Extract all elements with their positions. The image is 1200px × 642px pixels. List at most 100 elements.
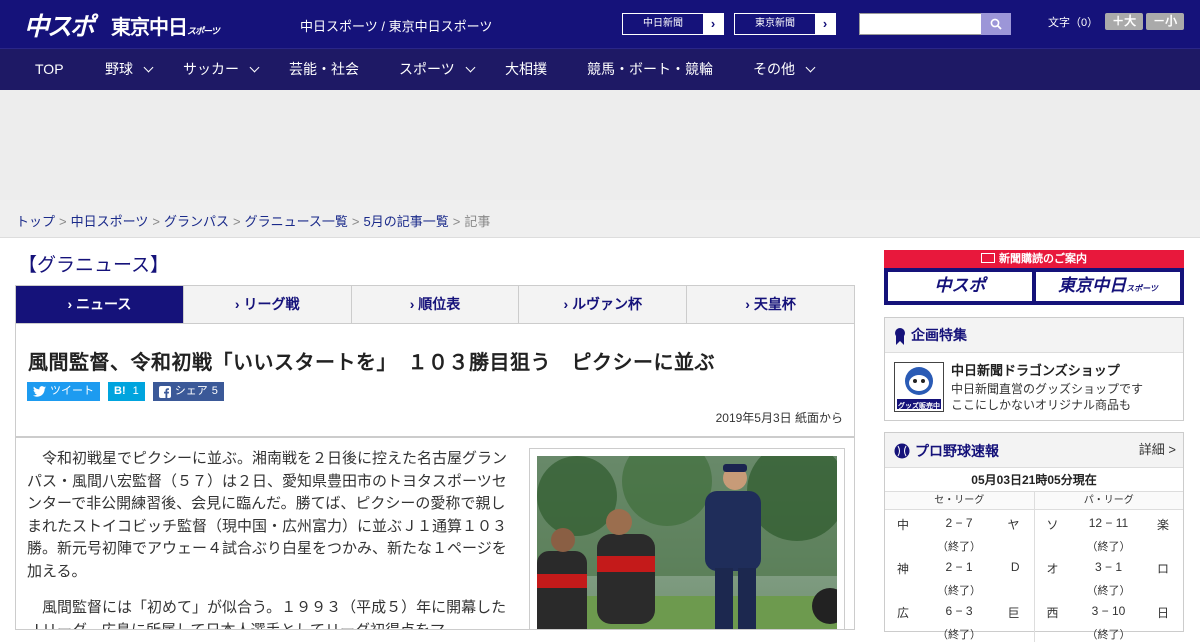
- game-row[interactable]: オ 3 − 1 ロ （終了）: [1035, 554, 1184, 598]
- tweet-label: ツイート: [50, 385, 94, 397]
- chevron-down-icon: [805, 62, 816, 73]
- chevron-right-icon: ›: [67, 296, 77, 312]
- facebook-share-button[interactable]: シェア 5: [152, 382, 224, 401]
- breadcrumb-link[interactable]: 中日スポーツ: [71, 214, 149, 229]
- breadcrumb-separator: >: [351, 214, 360, 229]
- chevron-down-icon: [143, 62, 154, 73]
- hatena-count: 1: [132, 385, 139, 397]
- chevron-right-icon: ›: [815, 14, 835, 34]
- nav-item-label: TOP: [35, 61, 64, 77]
- font-size-label: 文字（0）: [1048, 16, 1099, 29]
- tokyo-chunichi-logo-sub: スポーツ: [187, 27, 220, 37]
- central-league: セ・リーグ 中 2 − 7 ヤ （終了） 神 2 − 1 D （終了） 広 6 …: [885, 492, 1035, 642]
- breadcrumb-link[interactable]: グランパス: [164, 214, 229, 229]
- nav-item-baseball[interactable]: 野球: [105, 49, 154, 90]
- nav-item-sumo[interactable]: 大相撲: [505, 49, 547, 90]
- team-away: 楽: [1156, 518, 1169, 532]
- team-away: 日: [1156, 606, 1169, 620]
- chevron-right-icon: ›: [703, 14, 723, 34]
- article-body: 令和初戦星でピクシーに並ぶ。湘南戦を２日後に控えた名古屋グランパス・風間八宏監督…: [15, 437, 855, 630]
- team-away: ロ: [1156, 562, 1169, 576]
- breadcrumb-link[interactable]: 5月の記事一覧: [364, 214, 449, 229]
- article-header: 風間監督、令和初戦「いいスタートを」 １０３勝目狙う ピクシーに並ぶ ツイート …: [15, 324, 855, 437]
- game-row[interactable]: ソ 12 − 11 楽 （終了）: [1035, 510, 1184, 554]
- article-photo[interactable]: [537, 456, 837, 629]
- search-input[interactable]: [859, 13, 981, 35]
- game-row[interactable]: 西 3 − 10 日 （終了）: [1035, 598, 1184, 642]
- breadcrumb: トップ > 中日スポーツ > グランパス > グラニュース一覧 >5月の記事一覧 > 記事: [16, 211, 490, 230]
- font-size-control: 文字（0） ＋大 －小: [1048, 13, 1185, 30]
- tokyo-shimbun-link[interactable]: 東京新聞 ›: [734, 13, 836, 35]
- nav-item-label: 野球: [105, 61, 133, 77]
- dragons-shop-thumbnail[interactable]: グッズ販売中: [894, 362, 944, 412]
- chuspo-subscribe-logo[interactable]: 中スポ: [888, 272, 1032, 301]
- game-row[interactable]: 中 2 − 7 ヤ （終了）: [885, 510, 1034, 554]
- tab-news[interactable]: › ニュース: [16, 286, 184, 323]
- feature-desc-line: 中日新聞直営のグッズショップです: [951, 382, 1144, 396]
- search-button[interactable]: [981, 13, 1011, 35]
- font-decrease-button[interactable]: －小: [1146, 13, 1185, 30]
- nav-item-label: 大相撲: [505, 61, 547, 77]
- chevron-right-icon: ›: [563, 296, 573, 312]
- game-status: （終了）: [937, 585, 981, 597]
- nav-item-sports[interactable]: スポーツ: [399, 49, 476, 90]
- game-row[interactable]: 広 6 − 3 巨 （終了）: [885, 598, 1034, 642]
- nav-item-top[interactable]: TOP: [35, 49, 64, 90]
- twitter-icon: [33, 386, 46, 397]
- tab-emperors-cup[interactable]: › 天皇杯: [687, 286, 854, 323]
- feature-title[interactable]: 中日新聞ドラゴンズショップ: [951, 360, 1120, 379]
- chunichi-shimbun-link[interactable]: 中日新聞 ›: [622, 13, 724, 35]
- site-name: 中日スポーツ / 東京中日スポーツ: [300, 19, 493, 34]
- nav-item-label: スポーツ: [399, 61, 455, 77]
- font-increase-button[interactable]: ＋大: [1105, 13, 1144, 30]
- league-columns: セ・リーグ 中 2 − 7 ヤ （終了） 神 2 − 1 D （終了） 広 6 …: [885, 492, 1183, 642]
- breadcrumb-separator: >: [232, 214, 241, 229]
- tokyo-chunichi-logo[interactable]: 東京中日スポーツ: [111, 11, 220, 40]
- breadcrumb-separator: >: [152, 214, 160, 229]
- subscription-banner[interactable]: 新聞購読のご案内 中スポ 東京中日スポーツ: [884, 250, 1184, 305]
- nav-item-other[interactable]: その他: [753, 49, 816, 90]
- chuspo-logo[interactable]: 中スポ: [24, 7, 95, 43]
- article-paragraph: 令和初戦星でピクシーに並ぶ。湘南戦を２日後に控えた名古屋グランパス・風間八宏監督…: [27, 450, 508, 580]
- search-icon: [990, 18, 1002, 30]
- breadcrumb-bar: トップ > 中日スポーツ > グランパス > グラニュース一覧 >5月の記事一覧 > 記事: [0, 200, 1200, 238]
- newspaper-icon: [981, 253, 995, 263]
- feature-header: 企画特集: [885, 318, 1183, 353]
- chevron-right-icon: ›: [409, 296, 419, 312]
- game-status: （終了）: [937, 541, 981, 553]
- baseball-header: プロ野球速報 詳細 >: [885, 433, 1183, 468]
- tokyo-shimbun-label: 東京新聞: [755, 18, 795, 29]
- site-header: 中スポ 東京中日スポーツ 中日スポーツ / 東京中日スポーツ 中日新聞 › 東京…: [0, 0, 1200, 48]
- chevron-down-icon: [249, 62, 260, 73]
- tokyo-chunichi-subscribe-logo[interactable]: 東京中日スポーツ: [1036, 272, 1180, 301]
- article-photo-frame: [529, 448, 845, 629]
- nav-item-soccer[interactable]: サッカー: [183, 49, 260, 90]
- baseball-title: プロ野球速報: [915, 443, 999, 459]
- nav-item-label: その他: [753, 61, 795, 77]
- chevron-down-icon: [465, 62, 476, 73]
- baseball-detail-link[interactable]: 詳細 >: [1139, 433, 1176, 467]
- tweet-button[interactable]: ツイート: [27, 382, 100, 401]
- tokyo-chunichi-logo-text: 東京中日: [111, 15, 188, 39]
- article-text: 令和初戦星でピクシーに並ぶ。湘南戦を２日後に控えた名古屋グランパス・風間八宏監督…: [27, 448, 508, 629]
- tab-standings[interactable]: › 順位表: [351, 286, 520, 323]
- team-away: D: [1010, 560, 1020, 574]
- nav-item-racing[interactable]: 競馬・ボート・競輪: [587, 49, 713, 90]
- game-row[interactable]: 神 2 − 1 D （終了）: [885, 554, 1034, 598]
- chevron-right-icon: ›: [745, 296, 754, 312]
- breadcrumb-link[interactable]: トップ: [16, 214, 55, 229]
- tab-levain-cup[interactable]: › ルヴァン杯: [519, 286, 688, 323]
- hatena-bookmark-button[interactable]: B! 1: [108, 382, 145, 401]
- nav-item-label: 芸能・社会: [289, 61, 359, 77]
- league-name: パ・リーグ: [1034, 492, 1183, 510]
- share-count: 5: [211, 385, 218, 397]
- game-status: （終了）: [1086, 585, 1131, 597]
- nav-item-entertainment[interactable]: 芸能・社会: [289, 49, 359, 90]
- pacific-league: パ・リーグ ソ 12 − 11 楽 （終了） オ 3 − 1 ロ （終了） 西 …: [1034, 492, 1184, 642]
- breadcrumb-link[interactable]: グラニュース一覧: [245, 214, 348, 229]
- main-nav: TOP 野球 サッカー 芸能・社会 スポーツ 大相撲 競馬・ボート・競輪 その他: [0, 48, 1200, 90]
- tokyo-chunichi-subscribe-sub: スポーツ: [1126, 284, 1158, 293]
- nav-item-label: サッカー: [183, 61, 239, 77]
- breadcrumb-separator: >: [452, 214, 461, 229]
- tab-league[interactable]: › リーグ戦: [183, 286, 352, 323]
